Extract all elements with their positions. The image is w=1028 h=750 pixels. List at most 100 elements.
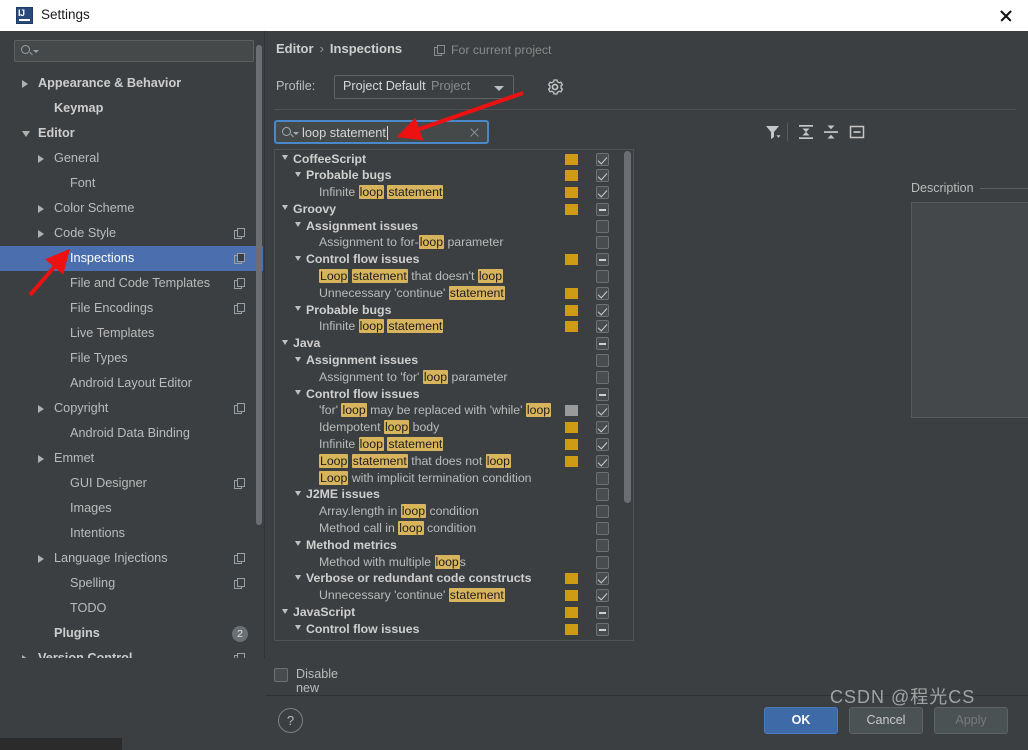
sidebar-item-file-encodings[interactable]: File Encodings [0, 296, 263, 321]
severity-swatch[interactable] [565, 187, 578, 199]
inspection-row[interactable]: Infinite loop statement [275, 184, 620, 201]
sidebar-item-todo[interactable]: TODO [0, 596, 263, 621]
severity-swatch[interactable] [565, 439, 578, 451]
inspection-row[interactable]: Control flow issues [275, 251, 620, 268]
inspection-row[interactable]: Infinite loop statement [275, 436, 620, 453]
sidebar-item-copyright[interactable]: Copyright [0, 396, 263, 421]
severity-swatch[interactable] [565, 422, 578, 434]
inspection-row[interactable]: Loop with implicit termination condition [275, 469, 620, 486]
chevron-right-icon[interactable] [38, 155, 44, 163]
chevron-right-icon[interactable] [22, 80, 28, 88]
sidebar-item-general[interactable]: General [0, 146, 263, 171]
sidebar-item-live-templates[interactable]: Live Templates [0, 321, 263, 346]
sidebar-item-file-types[interactable]: File Types [0, 346, 263, 371]
inspection-checkbox[interactable] [596, 589, 609, 603]
sidebar-item-appearance-behavior[interactable]: Appearance & Behavior [0, 71, 263, 96]
inspection-checkbox[interactable] [596, 606, 609, 620]
inspection-checkbox[interactable] [596, 404, 609, 418]
severity-swatch[interactable] [565, 590, 578, 602]
inspection-checkbox[interactable] [596, 219, 609, 233]
inspection-checkbox[interactable] [596, 253, 609, 267]
inspection-row[interactable]: Java [275, 335, 620, 352]
inspection-row[interactable]: Groovy [275, 200, 620, 217]
sidebar-item-spelling[interactable]: Spelling [0, 571, 263, 596]
inspection-checkbox[interactable] [596, 454, 609, 468]
severity-swatch[interactable] [565, 607, 578, 619]
chevron-down-icon[interactable] [295, 490, 301, 496]
inspection-row[interactable]: CoffeeScript [275, 150, 620, 167]
sidebar-item-file-and-code-templates[interactable]: File and Code Templates [0, 271, 263, 296]
chevron-down-icon[interactable] [295, 171, 301, 177]
inspection-row[interactable]: Method call in loop condition [275, 520, 620, 537]
collapse-all-icon[interactable] [821, 122, 841, 142]
severity-swatch[interactable] [565, 153, 578, 165]
inspection-checkbox[interactable] [596, 186, 609, 200]
inspection-row[interactable]: Probable bugs [275, 301, 620, 318]
inspection-row[interactable]: Control flow issues [275, 385, 620, 402]
chevron-down-icon[interactable] [282, 339, 288, 345]
severity-swatch[interactable] [565, 287, 578, 299]
sidebar-scrollbar-thumb[interactable] [256, 45, 262, 525]
inspection-row[interactable]: Loop statement that does not loop [275, 452, 620, 469]
sidebar-item-android-data-binding[interactable]: Android Data Binding [0, 421, 263, 446]
chevron-down-icon[interactable] [22, 131, 30, 137]
inspection-checkbox[interactable] [596, 471, 609, 485]
inspection-checkbox[interactable] [596, 555, 609, 569]
severity-swatch[interactable] [565, 321, 578, 333]
severity-swatch[interactable] [565, 254, 578, 266]
inspection-checkbox[interactable] [596, 236, 609, 250]
inspection-checkbox[interactable] [596, 572, 609, 586]
chevron-down-icon[interactable] [295, 625, 301, 631]
inspection-row[interactable]: Method with multiple loops [275, 553, 620, 570]
inspection-row[interactable]: Control flow issues [275, 620, 620, 637]
chevron-down-icon[interactable] [295, 574, 301, 580]
chevron-right-icon[interactable] [38, 455, 44, 463]
sidebar-item-gui-designer[interactable]: GUI Designer [0, 471, 263, 496]
inspection-row[interactable]: Assignment to for-loop parameter [275, 234, 620, 251]
apply-button[interactable]: Apply [934, 707, 1008, 734]
reset-to-default-icon[interactable] [847, 122, 867, 142]
inspections-tree[interactable]: CoffeeScript Probable bugs Infinite loop s… [274, 149, 634, 641]
chevron-down-icon[interactable] [282, 608, 288, 614]
inspection-checkbox[interactable] [596, 202, 609, 216]
inspections-scrollbar-thumb[interactable] [624, 151, 631, 503]
help-button[interactable]: ? [278, 708, 303, 733]
severity-swatch[interactable] [565, 203, 578, 215]
ok-button[interactable]: OK [764, 707, 838, 734]
inspection-checkbox[interactable] [596, 438, 609, 452]
inspection-row[interactable]: Array.length in loop condition [275, 503, 620, 520]
chevron-down-icon[interactable] [295, 390, 301, 396]
sidebar-item-images[interactable]: Images [0, 496, 263, 521]
inspection-row[interactable]: Assignment issues [275, 217, 620, 234]
inspection-checkbox[interactable] [596, 152, 609, 166]
sidebar-item-color-scheme[interactable]: Color Scheme [0, 196, 263, 221]
inspection-checkbox[interactable] [596, 337, 609, 351]
inspection-search-field[interactable]: loop statement [274, 120, 489, 144]
severity-swatch[interactable] [565, 573, 578, 585]
chevron-right-icon[interactable] [38, 405, 44, 413]
inspection-row[interactable]: Method metrics [275, 536, 620, 553]
severity-swatch[interactable] [565, 623, 578, 635]
inspection-row[interactable]: Idempotent loop body [275, 419, 620, 436]
inspection-row[interactable]: JavaScript [275, 604, 620, 621]
severity-swatch[interactable] [565, 304, 578, 316]
chevron-right-icon[interactable] [38, 555, 44, 563]
inspection-row[interactable]: Assignment issues [275, 352, 620, 369]
chevron-down-icon[interactable] [295, 306, 301, 312]
gear-icon[interactable] [546, 78, 564, 96]
inspection-checkbox[interactable] [596, 622, 609, 636]
chevron-down-icon[interactable] [295, 356, 301, 362]
chevron-down-icon[interactable] [282, 205, 288, 211]
chevron-right-icon[interactable] [38, 205, 44, 213]
chevron-down-icon[interactable] [295, 222, 301, 228]
sidebar-item-code-style[interactable]: Code Style [0, 221, 263, 246]
inspection-checkbox[interactable] [596, 320, 609, 334]
inspection-row[interactable]: Loop statement that doesn't loop [275, 268, 620, 285]
inspection-row[interactable]: Assignment to 'for' loop parameter [275, 368, 620, 385]
sidebar-item-editor[interactable]: Editor [0, 121, 263, 146]
breadcrumb-editor[interactable]: Editor [276, 41, 314, 56]
sidebar-item-version-control[interactable]: Version Control [0, 646, 263, 658]
inspection-checkbox[interactable] [596, 538, 609, 552]
severity-swatch[interactable] [565, 170, 578, 182]
inspection-checkbox[interactable] [596, 354, 609, 368]
